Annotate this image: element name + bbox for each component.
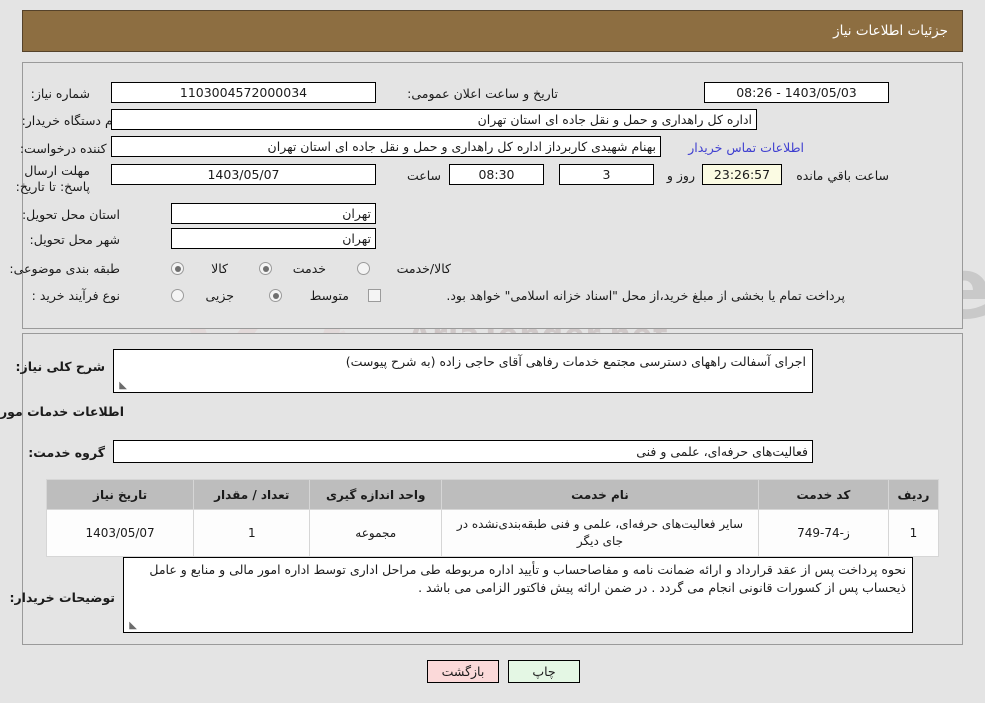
category-option-kala-khedmat-label: کالا/خدمت bbox=[396, 261, 451, 276]
category-option-khedmat-label: خدمت bbox=[292, 261, 326, 276]
need-number-label: شماره نیاز: bbox=[30, 86, 90, 101]
category-radio-khedmat[interactable] bbox=[259, 262, 272, 275]
buyer-contact-link[interactable]: اطلاعات تماس خریدار bbox=[688, 140, 804, 155]
general-desc-value: اجرای آسفالت راههای دسترسی مجتمع خدمات ر… bbox=[345, 354, 806, 369]
services-info-title: اطلاعات خدمات مورد نیاز bbox=[0, 404, 124, 419]
col-date: تاریخ نیاز bbox=[45, 479, 195, 510]
print-button[interactable]: چاپ bbox=[508, 660, 580, 683]
cell-radif: 1 bbox=[887, 509, 940, 557]
page-title-bar: جزئیات اطلاعات نیاز bbox=[22, 10, 963, 52]
buyer-org-label: نام دستگاه خریدار: bbox=[21, 113, 120, 128]
city-label: شهر محل تحویل: bbox=[29, 232, 120, 247]
general-desc-textarea[interactable]: اجرای آسفالت راههای دسترسی مجتمع خدمات ر… bbox=[113, 349, 813, 393]
remaining-suffix-label: ساعت باقي مانده bbox=[796, 168, 889, 183]
category-radio-kala[interactable] bbox=[171, 262, 184, 275]
category-label: طبقه بندی موضوعی: bbox=[9, 261, 120, 276]
deadline-hour-value: 08:30 bbox=[449, 164, 544, 185]
cell-qty: 1 bbox=[193, 509, 311, 557]
process-option-jozei-label: جزیی bbox=[205, 288, 234, 303]
buyer-notes-label: توضیحات خریدار: bbox=[9, 590, 115, 605]
col-name: نام خدمت bbox=[441, 479, 759, 510]
buyer-notes-textarea[interactable]: نحوه پرداخت پس از عقد قرارداد و ارائه ضم… bbox=[123, 557, 913, 633]
col-code: کد خدمت bbox=[757, 479, 889, 510]
cell-unit: مجموعه bbox=[309, 509, 443, 557]
process-label: نوع فرآیند خرید : bbox=[31, 288, 120, 303]
category-radio-kala-khedmat[interactable] bbox=[357, 262, 370, 275]
page-title: جزئیات اطلاعات نیاز bbox=[833, 23, 948, 39]
announce-datetime-value: 1403/05/03 - 08:26 bbox=[704, 82, 889, 103]
service-group-label: گروه خدمت: bbox=[28, 445, 105, 460]
resize-grip-icon[interactable]: ◣ bbox=[116, 380, 127, 391]
services-table: ردیف کد خدمت نام خدمت واحد اندازه گیری ت… bbox=[45, 479, 940, 557]
announce-datetime-label: تاریخ و ساعت اعلان عمومی: bbox=[407, 86, 558, 101]
treasury-bonds-note: پرداخت تمام یا بخشی از مبلغ خرید،از محل … bbox=[446, 288, 845, 303]
city-value: تهران bbox=[171, 228, 376, 249]
col-qty: تعداد / مقدار bbox=[193, 479, 311, 510]
cell-date: 1403/05/07 bbox=[45, 509, 195, 557]
remaining-days-value: 3 bbox=[559, 164, 654, 185]
buyer-notes-value: نحوه پرداخت پس از عقد قرارداد و ارائه ضم… bbox=[149, 562, 906, 595]
deadline-date-value: 1403/05/07 bbox=[111, 164, 376, 185]
general-desc-label: شرح کلی نیاز: bbox=[15, 359, 105, 374]
col-unit: واحد اندازه گیری bbox=[309, 479, 443, 510]
deadline-hour-label: ساعت bbox=[406, 168, 441, 183]
need-number-value: 1103004572000034 bbox=[111, 82, 376, 103]
back-button[interactable]: بازگشت bbox=[427, 660, 499, 683]
province-label: استان محل تحویل: bbox=[21, 207, 120, 222]
requester-value: بهنام شهیدی کاربرداز اداره کل راهداری و … bbox=[111, 136, 661, 157]
process-radio-jozei[interactable] bbox=[171, 289, 184, 302]
cell-code: ز-74-749 bbox=[757, 509, 889, 557]
col-radif: ردیف bbox=[887, 479, 940, 510]
service-group-value: فعالیت‌های حرفه‌ای، علمی و فنی bbox=[113, 440, 813, 463]
treasury-bonds-checkbox[interactable] bbox=[368, 289, 381, 302]
services-table-wrapper: ردیف کد خدمت نام خدمت واحد اندازه گیری ت… bbox=[45, 479, 940, 557]
process-radio-motevaset[interactable] bbox=[269, 289, 282, 302]
page-root: AriaTender.net AriaTender.net جزئیات اطل… bbox=[0, 0, 985, 703]
province-value: تهران bbox=[171, 203, 376, 224]
table-header-row: ردیف کد خدمت نام خدمت واحد اندازه گیری ت… bbox=[45, 479, 940, 510]
remaining-time-value: 23:26:57 bbox=[702, 164, 782, 185]
table-row: 1 ز-74-749 سایر فعالیت‌های حرفه‌ای، علمی… bbox=[45, 509, 940, 557]
deadline-label: مهلت ارسال پاسخ: تا تاریخ: bbox=[15, 163, 90, 194]
cell-name: سایر فعالیت‌های حرفه‌ای، علمی و فنی طبقه… bbox=[441, 509, 759, 557]
process-option-motevaset-label: متوسط bbox=[309, 288, 349, 303]
category-option-kala-label: کالا bbox=[211, 261, 228, 276]
resize-grip-icon[interactable]: ◣ bbox=[126, 620, 137, 631]
buyer-org-value: اداره کل راهداری و حمل و نقل جاده ای است… bbox=[111, 109, 757, 130]
days-and-label: روز و bbox=[666, 168, 695, 183]
